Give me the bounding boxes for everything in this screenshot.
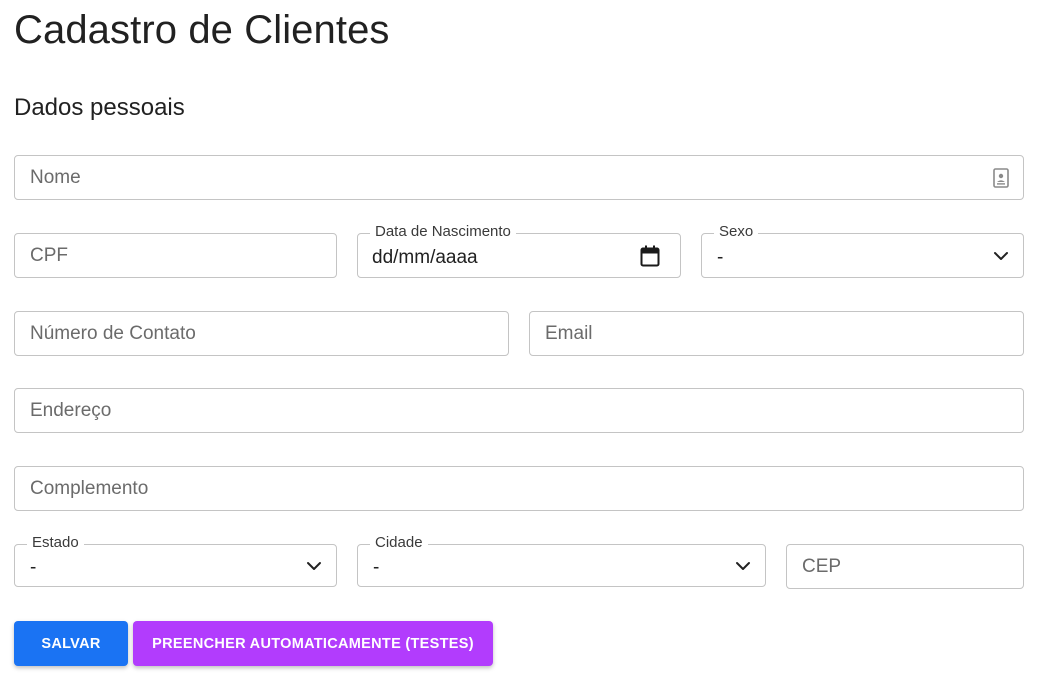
gender-select[interactable]: Sexo - bbox=[701, 223, 1024, 278]
phone-placeholder: Número de Contato bbox=[30, 322, 196, 344]
state-label: Estado bbox=[27, 534, 84, 552]
cep-placeholder: CEP bbox=[802, 555, 842, 577]
city-select[interactable]: Cidade - bbox=[357, 534, 766, 587]
state-value: - bbox=[30, 556, 37, 578]
cpf-placeholder: CPF bbox=[30, 244, 68, 266]
email-field[interactable]: Email bbox=[529, 311, 1024, 356]
page-title: Cadastro de Clientes bbox=[14, 8, 390, 52]
customer-registration-page: Cadastro de Clientes Dados pessoais Nome… bbox=[0, 0, 1042, 681]
city-value: - bbox=[373, 556, 380, 578]
contact-card-icon bbox=[993, 167, 1009, 188]
email-placeholder: Email bbox=[545, 322, 593, 344]
name-field[interactable]: Nome bbox=[14, 155, 1024, 200]
cpf-field[interactable]: CPF bbox=[14, 233, 337, 278]
autofill-button[interactable]: Preencher automaticamente (testes) bbox=[133, 621, 493, 666]
complement-placeholder: Complemento bbox=[30, 477, 149, 499]
chevron-down-icon bbox=[306, 561, 322, 571]
calendar-icon[interactable] bbox=[640, 245, 660, 267]
section-title: Dados pessoais bbox=[14, 94, 185, 121]
city-label: Cidade bbox=[370, 534, 428, 552]
chevron-down-icon bbox=[735, 561, 751, 571]
birth-date-value: dd/mm/aaaa bbox=[372, 246, 478, 268]
gender-label: Sexo bbox=[714, 223, 759, 241]
state-select[interactable]: Estado - bbox=[14, 534, 337, 587]
save-button[interactable]: Salvar bbox=[14, 621, 128, 666]
gender-value: - bbox=[717, 246, 724, 268]
chevron-down-icon bbox=[993, 251, 1009, 261]
birth-date-label: Data de Nascimento bbox=[370, 223, 516, 241]
cep-field[interactable]: CEP bbox=[786, 544, 1024, 589]
birth-date-field[interactable]: Data de Nascimento dd/mm/aaaa bbox=[357, 223, 681, 278]
address-field[interactable]: Endereço bbox=[14, 388, 1024, 433]
name-placeholder: Nome bbox=[30, 166, 81, 188]
phone-field[interactable]: Número de Contato bbox=[14, 311, 509, 356]
complement-field[interactable]: Complemento bbox=[14, 466, 1024, 511]
address-placeholder: Endereço bbox=[30, 399, 112, 421]
